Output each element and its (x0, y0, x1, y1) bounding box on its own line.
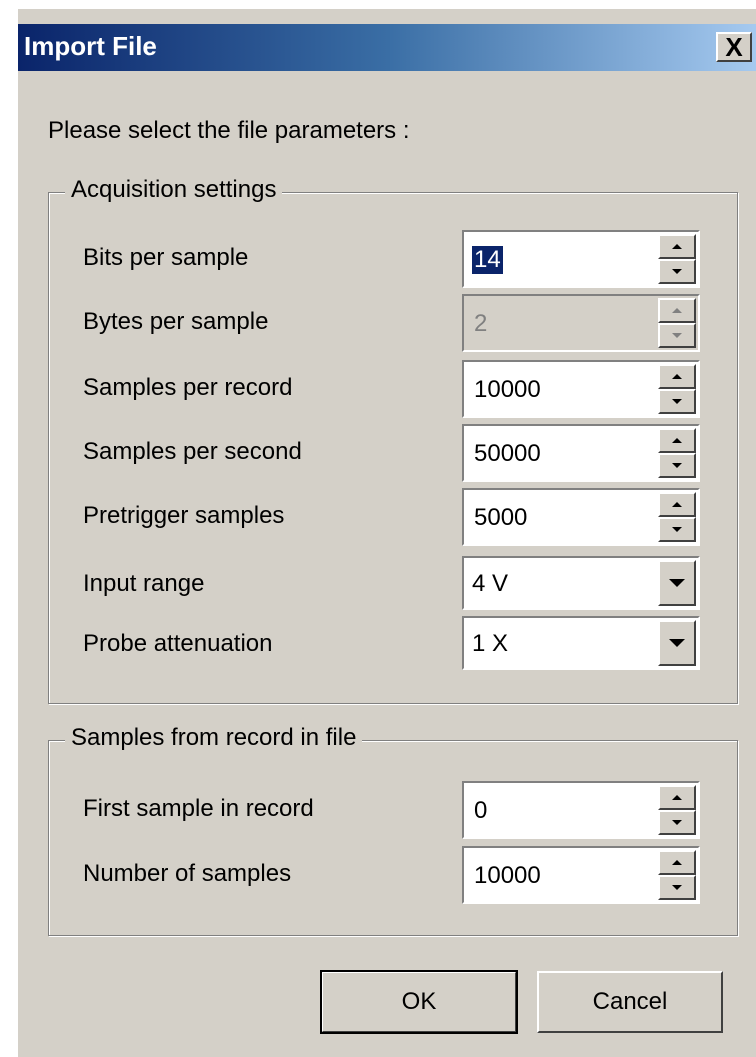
first-sample-label: First sample in record (83, 795, 314, 822)
arrow-down-icon (672, 885, 682, 890)
ok-button[interactable]: OK (320, 970, 518, 1034)
arrow-down-icon (672, 820, 682, 825)
pretrigger-samples-label: Pretrigger samples (83, 502, 285, 529)
spin-down-button[interactable] (658, 517, 696, 542)
first-sample-value[interactable]: 0 (474, 797, 487, 825)
bits-per-sample-value[interactable]: 14 (472, 246, 503, 274)
chevron-down-icon (669, 639, 685, 647)
cancel-button-label: Cancel (592, 988, 668, 1015)
arrow-up-icon (672, 860, 682, 865)
arrow-down-icon (672, 527, 682, 532)
bytes-per-sample-row: Bytes per sample 2 (49, 294, 737, 356)
arrow-down-icon (672, 269, 682, 274)
bits-per-sample-row: Bits per sample 14 (49, 230, 737, 292)
samples-per-second-label: Samples per second (83, 438, 302, 465)
acquisition-settings-group: Acquisition settings Bits per sample 14 … (48, 176, 738, 704)
spin-up-button[interactable] (658, 785, 696, 810)
ok-button-label: OK (401, 988, 437, 1015)
spin-down-button (658, 323, 696, 348)
number-of-samples-spinner[interactable]: 10000 (462, 846, 700, 904)
spin-down-button[interactable] (658, 389, 696, 414)
bits-per-sample-label: Bits per sample (83, 244, 249, 271)
instruction-text: Please select the file parameters : (48, 117, 410, 144)
dropdown-button[interactable] (658, 620, 696, 666)
arrow-up-icon (672, 244, 682, 249)
spin-down-button[interactable] (658, 453, 696, 478)
samples-per-record-row: Samples per record 10000 (49, 360, 737, 422)
spin-down-button[interactable] (658, 259, 696, 284)
samples-from-record-legend: Samples from record in file (65, 724, 363, 752)
spin-up-button[interactable] (658, 364, 696, 389)
spin-down-button[interactable] (658, 810, 696, 835)
bytes-per-sample-spinner: 2 (462, 294, 700, 352)
spin-up-button[interactable] (658, 492, 696, 517)
arrow-up-icon (672, 438, 682, 443)
chevron-down-icon (669, 579, 685, 587)
probe-attenuation-label: Probe attenuation (83, 630, 273, 657)
spin-up-button[interactable] (658, 234, 696, 259)
samples-per-record-label: Samples per record (83, 374, 293, 401)
arrow-down-icon (672, 463, 682, 468)
probe-attenuation-value[interactable]: 1 X (472, 630, 508, 658)
probe-attenuation-row: Probe attenuation 1 X (49, 616, 737, 678)
spin-up-button[interactable] (658, 850, 696, 875)
number-of-samples-value[interactable]: 10000 (474, 862, 541, 890)
input-range-dropdown[interactable]: 4 V (462, 556, 700, 610)
import-file-dialog: Import File X Please select the file par… (16, 7, 756, 1057)
samples-per-record-spinner[interactable]: 10000 (462, 360, 700, 418)
samples-per-record-value[interactable]: 10000 (474, 376, 541, 404)
input-range-label: Input range (83, 570, 205, 597)
cancel-button[interactable]: Cancel (537, 971, 723, 1033)
samples-from-record-group: Samples from record in file First sample… (48, 724, 738, 936)
spin-up-button[interactable] (658, 428, 696, 453)
spin-down-button[interactable] (658, 875, 696, 900)
dropdown-button[interactable] (658, 560, 696, 606)
arrow-up-icon (672, 795, 682, 800)
number-of-samples-row: Number of samples 10000 (49, 846, 737, 908)
samples-per-second-value[interactable]: 50000 (474, 440, 541, 468)
bytes-per-sample-value: 2 (474, 310, 488, 337)
bits-per-sample-spinner[interactable]: 14 (462, 230, 700, 288)
arrow-down-icon (672, 399, 682, 404)
title-bar[interactable]: Import File X (18, 24, 756, 71)
first-sample-row: First sample in record 0 (49, 781, 737, 843)
arrow-up-icon (672, 374, 682, 379)
probe-attenuation-dropdown[interactable]: 1 X (462, 616, 700, 670)
bytes-per-sample-label: Bytes per sample (83, 308, 269, 335)
samples-per-second-row: Samples per second 50000 (49, 424, 737, 486)
dialog-title: Import File (24, 31, 157, 61)
input-range-row: Input range 4 V (49, 556, 737, 618)
spin-up-button (658, 298, 696, 323)
input-range-value[interactable]: 4 V (472, 570, 508, 598)
samples-per-second-spinner[interactable]: 50000 (462, 424, 700, 482)
first-sample-spinner[interactable]: 0 (462, 781, 700, 839)
acquisition-settings-legend: Acquisition settings (65, 176, 283, 204)
close-icon: X (725, 32, 743, 62)
pretrigger-samples-row: Pretrigger samples 5000 (49, 488, 737, 550)
arrow-up-icon (672, 308, 682, 313)
close-button[interactable]: X (716, 32, 752, 62)
arrow-up-icon (672, 502, 682, 507)
arrow-down-icon (672, 333, 682, 338)
pretrigger-samples-value[interactable]: 5000 (474, 504, 527, 532)
pretrigger-samples-spinner[interactable]: 5000 (462, 488, 700, 546)
number-of-samples-label: Number of samples (83, 860, 292, 887)
